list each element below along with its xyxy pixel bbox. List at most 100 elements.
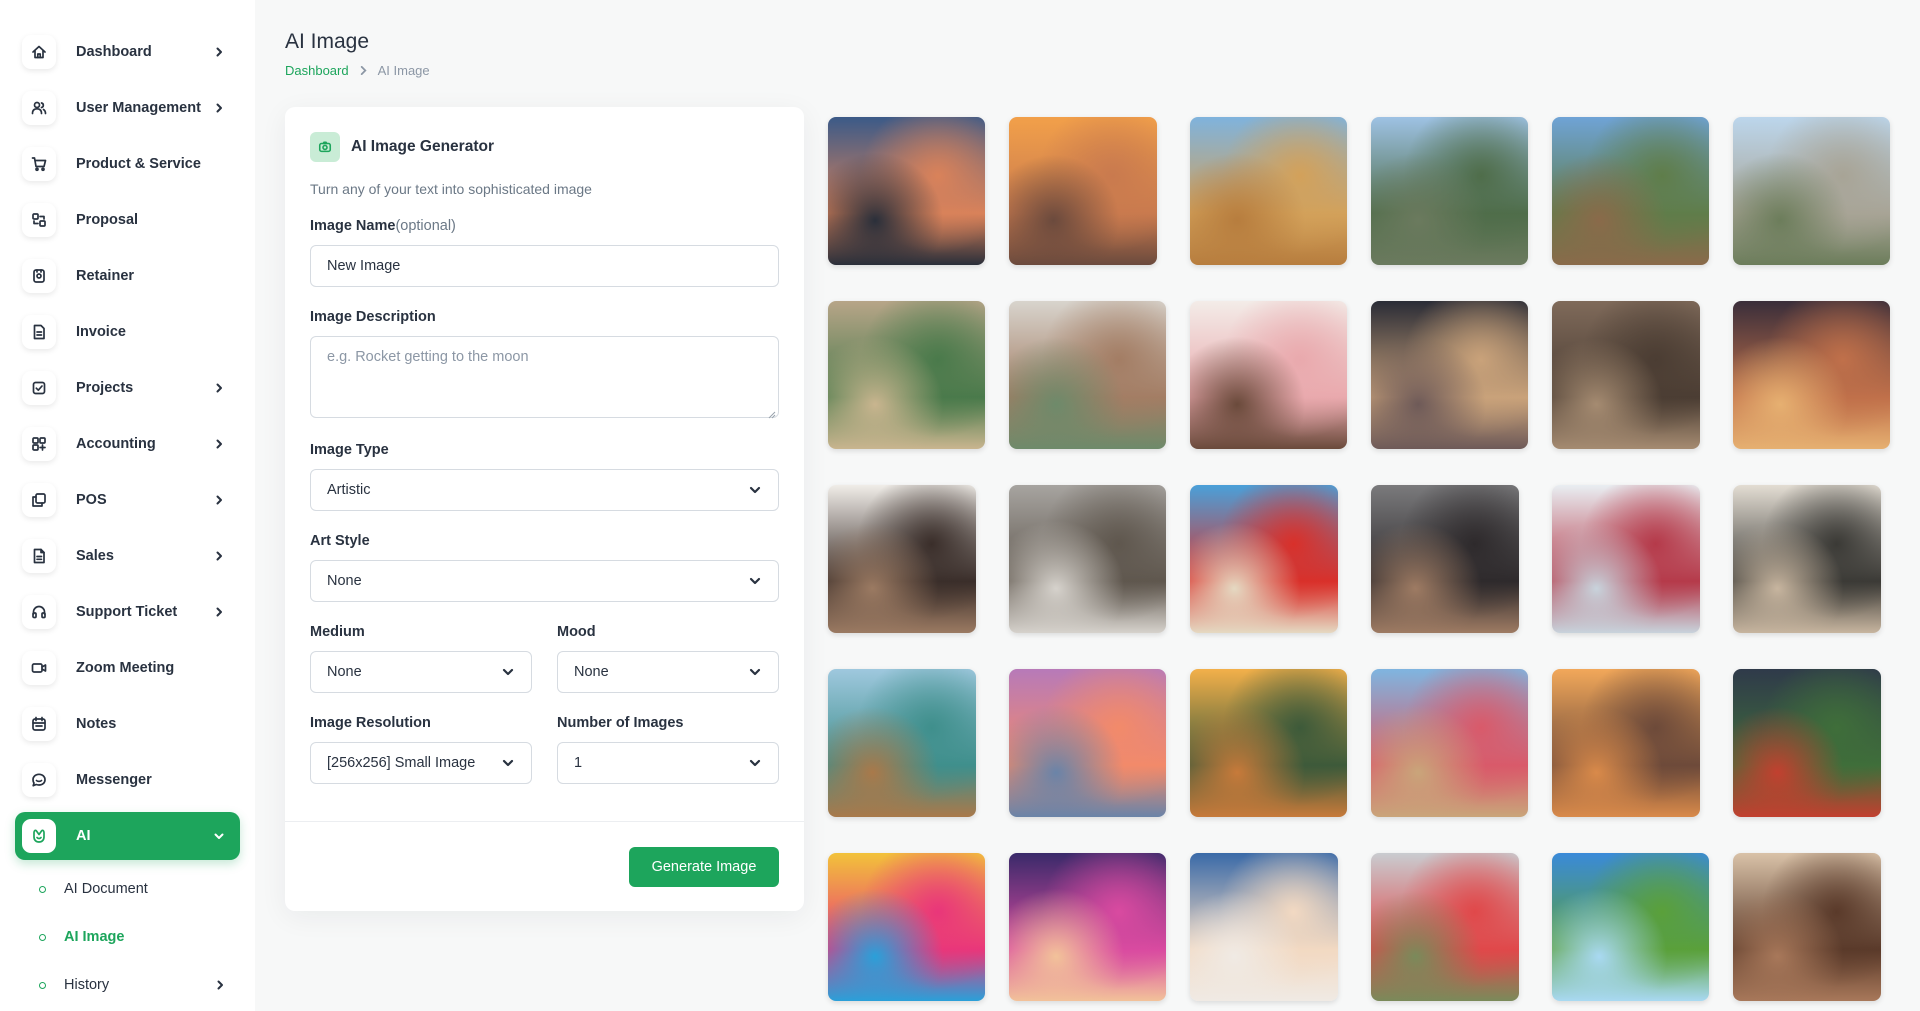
sidebar-item-label: Invoice <box>76 324 126 340</box>
gallery-image-guitar-van[interactable] <box>1733 853 1881 1001</box>
art-style-select[interactable]: None <box>310 560 779 602</box>
sidebar-item-label: Support Ticket <box>76 604 178 620</box>
chevron-right-icon <box>212 605 226 619</box>
gallery-image-rocky-shore[interactable] <box>1733 485 1881 633</box>
sidebar-item-messenger[interactable]: Messenger <box>15 756 240 804</box>
medium-select[interactable]: None <box>310 651 532 693</box>
sidebar-subitem-ai-image[interactable]: AI Image <box>30 921 240 953</box>
chevron-right-icon <box>213 978 227 992</box>
gallery-image-stage-performance[interactable] <box>1009 853 1166 1001</box>
number-of-images-label: Number of Images <box>557 715 684 731</box>
gallery-image-woman-sitting[interactable] <box>1552 301 1700 449</box>
gallery-image-beach-scarf[interactable] <box>1190 485 1338 633</box>
art-style-label: Art Style <box>310 533 370 549</box>
bullet-icon <box>39 885 46 893</box>
gallery-image-dancing-woman[interactable] <box>1371 485 1519 633</box>
gallery-image-wedding-couple[interactable] <box>1009 485 1166 633</box>
users-icon <box>22 91 56 125</box>
grid-plus-icon <box>22 427 56 461</box>
image-description-textarea[interactable]: e.g. Rocket getting to the moon <box>310 336 779 419</box>
gallery-image-rose-bouquet[interactable] <box>1371 853 1519 1001</box>
card-subtitle: Turn any of your text into sophisticated… <box>310 181 592 197</box>
gallery-image-new-york[interactable] <box>828 117 985 265</box>
proposal-icon <box>22 203 56 237</box>
home-icon <box>22 35 56 69</box>
chevron-right-icon <box>212 45 226 59</box>
sidebar: Dashboard User Management Product & Servic… <box>0 0 255 1011</box>
sidebar-item-sales[interactable]: Sales <box>15 532 240 580</box>
page-title: AI Image <box>285 30 370 53</box>
sidebar-item-retainer[interactable]: Retainer <box>15 252 240 300</box>
gallery-image-party-friends[interactable] <box>1733 301 1890 449</box>
mood-label: Mood <box>557 624 596 640</box>
chevron-down-icon <box>748 483 762 497</box>
mood-select[interactable]: None <box>557 651 779 693</box>
sidebar-item-accounting[interactable]: Accounting <box>15 420 240 468</box>
gallery-image-sparklers[interactable] <box>1371 301 1528 449</box>
image-type-select[interactable]: Artistic <box>310 469 779 511</box>
gallery-image-butterfly-jar[interactable] <box>1552 669 1700 817</box>
resize-grip-icon[interactable] <box>768 407 776 419</box>
sidebar-item-proposal[interactable]: Proposal <box>15 196 240 244</box>
sidebar-subitem-ai-document[interactable]: AI Document <box>30 873 240 905</box>
gallery-image-heart-wreath[interactable] <box>1552 485 1700 633</box>
gallery-image-tropical-beach[interactable] <box>828 669 976 817</box>
medium-label: Medium <box>310 624 365 640</box>
breadcrumb-separator-icon <box>359 66 368 75</box>
breadcrumb-dashboard-link[interactable]: Dashboard <box>285 63 349 78</box>
sidebar-subitem-label: History <box>64 977 110 993</box>
chevron-down-icon <box>748 665 762 679</box>
sidebar-item-user-management[interactable]: User Management <box>15 84 240 132</box>
sidebar-item-ai[interactable]: AI <box>15 812 240 860</box>
gallery-image-laughing-women[interactable] <box>828 485 976 633</box>
image-resolution-select[interactable]: [256x256] Small Image <box>310 742 532 784</box>
sidebar-item-label: Proposal <box>76 212 139 228</box>
gallery-image-taj-mahal[interactable] <box>1009 117 1157 265</box>
number-of-images-select[interactable]: 1 <box>557 742 779 784</box>
generate-image-button[interactable]: Generate Image <box>629 847 779 887</box>
gallery-image-pyramids[interactable] <box>1190 117 1347 265</box>
gallery-image-world-landmarks[interactable] <box>1733 117 1890 265</box>
gallery-image-machu-picchu[interactable] <box>1371 117 1528 265</box>
gallery-image-crowded-beach[interactable] <box>1371 669 1528 817</box>
sidebar-item-notes[interactable]: Notes <box>15 700 240 748</box>
breadcrumb: Dashboard AI Image <box>285 63 430 78</box>
gallery-image-family-hug[interactable] <box>1009 301 1166 449</box>
sidebar-item-zoom-meeting[interactable]: Zoom Meeting <box>15 644 240 692</box>
card-divider <box>285 821 804 822</box>
cart-icon <box>22 147 56 181</box>
sidebar-item-label: Dashboard <box>76 44 152 60</box>
image-type-label: Image Type <box>310 442 389 458</box>
file-icon <box>22 539 56 573</box>
gallery-image-flower-girl[interactable] <box>1190 853 1338 1001</box>
gallery-image-great-wall[interactable] <box>1552 117 1709 265</box>
gallery-image-child-playing[interactable] <box>828 301 985 449</box>
sidebar-item-pos[interactable]: POS <box>15 476 240 524</box>
sidebar-item-invoice[interactable]: Invoice <box>15 308 240 356</box>
gallery-image-holi-colors[interactable] <box>828 853 985 1001</box>
gallery-image-sunset-pier[interactable] <box>1009 669 1166 817</box>
card-title: AI Image Generator <box>351 138 494 155</box>
gallery-image-green-field[interactable] <box>1552 853 1709 1001</box>
chevron-right-icon <box>212 101 226 115</box>
sidebar-item-projects[interactable]: Projects <box>15 364 240 412</box>
bullet-icon <box>39 933 46 941</box>
sidebar-item-product-and-service[interactable]: Product & Service <box>15 140 240 188</box>
chevron-down-icon <box>748 574 762 588</box>
sidebar-item-label: Product & Service <box>76 156 201 172</box>
chevron-down-icon <box>212 829 226 843</box>
gallery-image-pink-cake[interactable] <box>1190 301 1347 449</box>
breadcrumb-current: AI Image <box>377 63 430 78</box>
sidebar-item-support-ticket[interactable]: Support Ticket <box>15 588 240 636</box>
image-name-input[interactable]: New Image <box>310 245 779 287</box>
gallery-image-palm-sunset[interactable] <box>1190 669 1347 817</box>
chevron-down-icon <box>748 756 762 770</box>
chevron-right-icon <box>212 437 226 451</box>
ai-image-generator-card: AI Image Generator Turn any of your text… <box>285 107 804 911</box>
sidebar-item-label: Sales <box>76 548 114 564</box>
sidebar-item-dashboard[interactable]: Dashboard <box>15 28 240 76</box>
chevron-right-icon <box>212 493 226 507</box>
sidebar-subitem-history[interactable]: History <box>30 969 240 1001</box>
headset-icon <box>22 595 56 629</box>
gallery-image-lone-tree[interactable] <box>1733 669 1881 817</box>
